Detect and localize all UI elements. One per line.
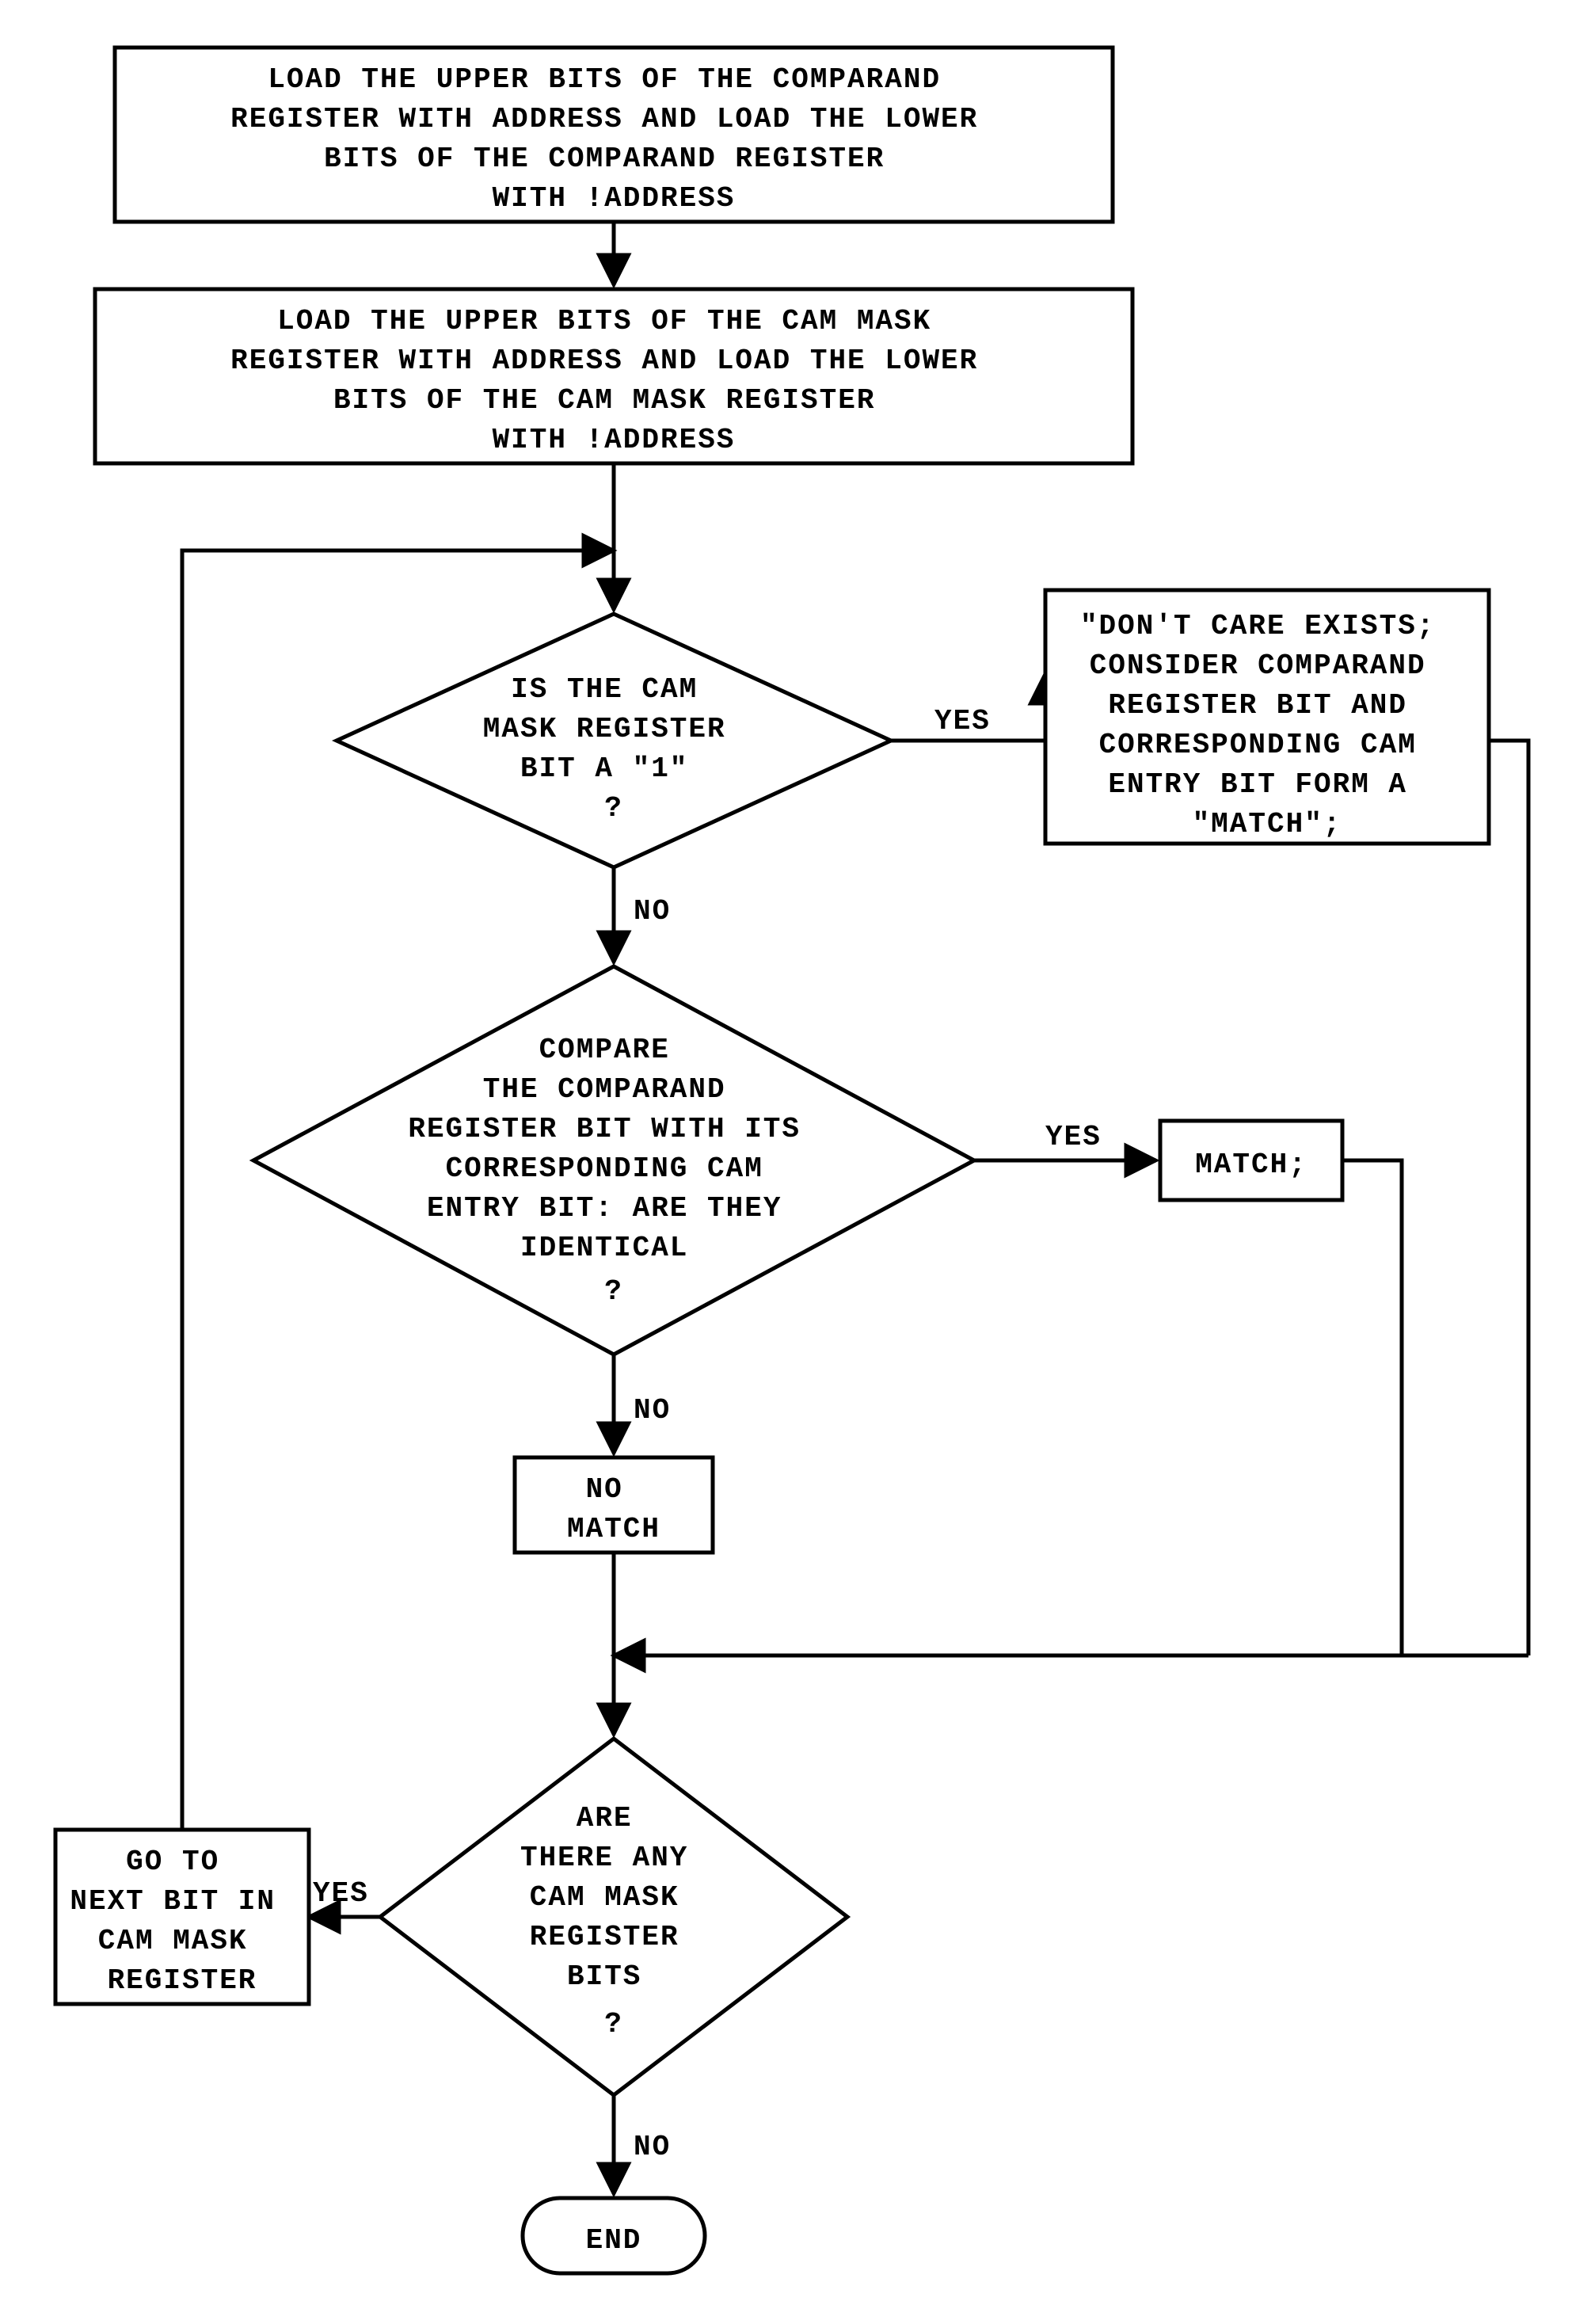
label-no: NO (634, 1394, 671, 1427)
label-yes: YES (313, 1877, 369, 1910)
label-yes: YES (1045, 1121, 1102, 1153)
terminator-end-text: END (586, 2224, 642, 2257)
flowchart-canvas: LOAD THE UPPER BITS OF THE COMPARAND REG… (0, 0, 1591, 2324)
label-no: NO (634, 895, 671, 928)
process-match-text: MATCH; (1195, 1149, 1307, 1181)
label-yes: YES (934, 705, 991, 737)
label-no: NO (634, 2131, 671, 2163)
connector (1342, 1160, 1402, 1655)
decision-any-bits-left (380, 1739, 847, 2095)
connector (1489, 741, 1528, 1655)
